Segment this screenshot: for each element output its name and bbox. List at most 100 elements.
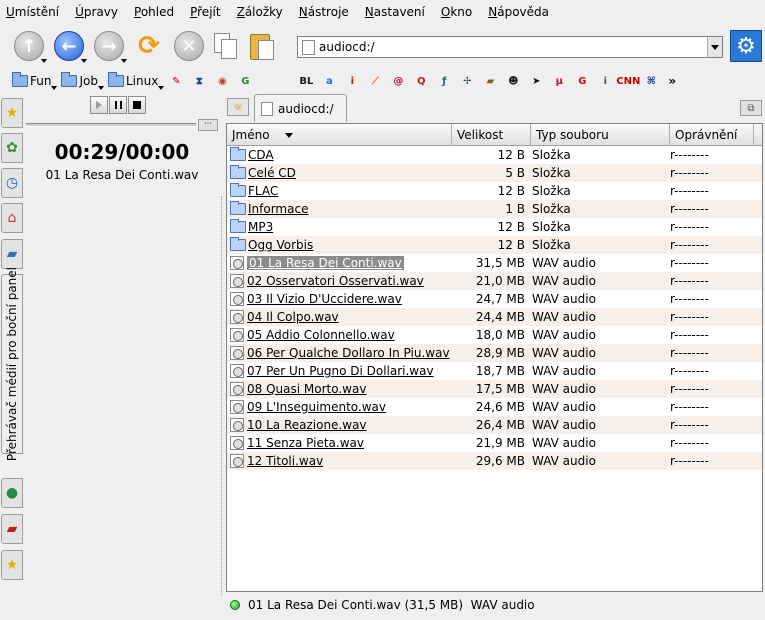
script-favicon[interactable]: ƒ xyxy=(436,73,452,89)
letter-favicon[interactable]: i xyxy=(597,73,613,89)
column-header-type[interactable]: Typ souboru xyxy=(531,124,670,146)
file-row[interactable]: 08 Quasi Morto.wav 17,5 MB WAV audio r-----… xyxy=(227,380,762,398)
sidebar-tab-root[interactable]: ▰ xyxy=(1,514,23,544)
file-name[interactable]: 11 Senza Pieta.wav xyxy=(247,436,364,450)
panel-splitter[interactable] xyxy=(220,96,224,620)
a-favicon[interactable]: a xyxy=(321,73,337,89)
file-name[interactable]: Informace xyxy=(248,202,308,216)
file-name[interactable]: 04 Il Colpo.wav xyxy=(247,310,339,324)
file-row[interactable]: 01 La Resa Dei Conti.wav 31,5 MB WAV audio… xyxy=(227,254,762,272)
sidebar-tab-home[interactable]: ⌂ xyxy=(1,203,23,233)
reload-button[interactable]: ⟳ xyxy=(132,29,166,63)
file-row[interactable]: MP3 12 B Složka r-------- xyxy=(227,218,762,236)
slider-menu-button[interactable]: ··· xyxy=(198,119,218,131)
file-name[interactable]: 06 Per Qualche Dollaro In Piu.wav xyxy=(247,346,450,360)
bookmark-folder-fun[interactable]: Fun xyxy=(12,72,58,90)
menu-tools[interactable]: Nástroje xyxy=(299,5,349,19)
menu-bookmarks[interactable]: Záložky xyxy=(237,5,283,19)
search-favicon[interactable]: Q xyxy=(413,73,429,89)
stop-button[interactable]: ✕ xyxy=(172,29,206,63)
menu-settings[interactable]: Nastavení xyxy=(365,5,425,19)
link-favicon[interactable]: ⌘ xyxy=(643,73,659,89)
slashdot-favicon[interactable]: ⟋ xyxy=(367,73,383,89)
file-name[interactable]: 10 La Reazione.wav xyxy=(247,418,367,432)
chevron-down-icon[interactable] xyxy=(707,37,722,57)
globe-favicon[interactable]: ✢ xyxy=(459,73,475,89)
sidebar-tab-bookmarks[interactable]: ★ xyxy=(1,98,23,128)
cnn-favicon[interactable]: CNN xyxy=(616,73,640,89)
file-name[interactable]: MP3 xyxy=(248,220,273,234)
copy-icon[interactable] xyxy=(212,31,240,61)
up-button[interactable]: ↑ xyxy=(12,29,47,63)
play-button[interactable] xyxy=(90,96,108,114)
sidebar-tab-network[interactable]: ✿ xyxy=(1,133,23,163)
stop-button[interactable] xyxy=(128,96,146,114)
folder-favicon[interactable]: ▰ xyxy=(482,73,498,89)
file-row[interactable]: 05 Addio Colonnello.wav 18,0 MB WAV audio r… xyxy=(227,326,762,344)
menu-view[interactable]: Pohled xyxy=(134,5,174,19)
file-name[interactable]: 02 Osservatori Osservati.wav xyxy=(247,274,424,288)
pen-favicon[interactable]: ✎ xyxy=(168,73,184,89)
file-name[interactable]: 01 La Resa Dei Conti.wav xyxy=(247,256,404,270)
sidebar-tab-favorites[interactable]: ★ xyxy=(1,550,23,580)
back-button[interactable]: ← xyxy=(52,29,87,63)
bookmark-folder-job[interactable]: Job xyxy=(61,72,104,90)
file-row[interactable]: 07 Per Un Pugno Di Dollari.wav 18,7 MB WAV… xyxy=(227,362,762,380)
g-favicon[interactable]: G xyxy=(237,73,253,89)
file-name[interactable]: 12 Titoli.wav xyxy=(247,454,323,468)
file-name[interactable]: FLAC xyxy=(248,184,278,198)
info-favicon[interactable]: i xyxy=(344,73,360,89)
menu-location[interactable]: Umístění xyxy=(6,5,59,19)
file-row[interactable]: 02 Osservatori Osservati.wav 21,0 MB WAV a… xyxy=(227,272,762,290)
menu-go[interactable]: Přejít xyxy=(190,5,220,19)
file-row[interactable]: Informace 1 B Složka r-------- xyxy=(227,200,762,218)
file-name[interactable]: 08 Quasi Morto.wav xyxy=(247,382,366,396)
file-row[interactable]: Ogg Vorbis 12 B Složka r-------- xyxy=(227,236,762,254)
location-combobox[interactable]: audiocd:/ xyxy=(297,36,723,58)
file-name[interactable]: 03 Il Vizio D'Uccidere.wav xyxy=(247,292,402,306)
location-input[interactable]: audiocd:/ xyxy=(319,40,707,54)
sidebar-tab-media-player[interactable]: Přehrávač médií pro boční panel xyxy=(1,267,23,461)
file-row[interactable]: FLAC 12 B Složka r-------- xyxy=(227,182,762,200)
gg-favicon[interactable]: G xyxy=(574,73,590,89)
new-tab-button[interactable]: ☼ xyxy=(227,98,249,116)
tab-audiocd[interactable]: audiocd:/ xyxy=(254,94,347,122)
bl-favicon[interactable]: BL xyxy=(298,73,314,89)
bookmark-folder-linux[interactable]: Linux xyxy=(107,72,165,90)
sidebar-tab-history[interactable]: ◷ xyxy=(1,168,23,198)
chat-favicon[interactable]: ☻ xyxy=(505,73,521,89)
file-name[interactable]: CDA xyxy=(248,148,274,162)
close-tab-button[interactable]: ⧉ xyxy=(740,100,762,116)
menu-edit[interactable]: Úpravy xyxy=(75,5,118,19)
file-name[interactable]: Celé CD xyxy=(248,166,296,180)
menu-window[interactable]: Okno xyxy=(441,5,472,19)
file-row[interactable]: CDA 12 B Složka r-------- xyxy=(227,146,762,164)
column-header-name[interactable]: Jméno xyxy=(227,124,452,146)
konqueror-gear-icon[interactable]: ⚙ xyxy=(730,30,762,62)
forward-button[interactable]: → xyxy=(92,29,127,63)
file-name[interactable]: 09 L'Inseguimento.wav xyxy=(247,400,386,414)
file-row[interactable]: 09 L'Inseguimento.wav 24,6 MB WAV audio r--… xyxy=(227,398,762,416)
seek-slider[interactable] xyxy=(26,123,196,127)
file-row[interactable]: 11 Senza Pieta.wav 21,9 MB WAV audio r-----… xyxy=(227,434,762,452)
column-header-permissions[interactable]: Oprávnění xyxy=(670,124,754,146)
bookmark-favicon[interactable]: ⧗ xyxy=(191,73,207,89)
file-name[interactable]: Ogg Vorbis xyxy=(248,238,313,252)
column-header-size[interactable]: Velikost xyxy=(452,124,531,146)
file-name[interactable]: 07 Per Un Pugno Di Dollari.wav xyxy=(247,364,434,378)
file-row[interactable]: 06 Per Qualche Dollaro In Piu.wav 28,9 MB… xyxy=(227,344,762,362)
pause-button[interactable] xyxy=(109,96,127,114)
file-row[interactable]: Celé CD 5 B Složka r-------- xyxy=(227,164,762,182)
paste-icon[interactable] xyxy=(248,30,276,62)
file-row[interactable]: 12 Titoli.wav 29,6 MB WAV audio r-------- xyxy=(227,452,762,470)
file-row[interactable]: 03 Il Vizio D'Uccidere.wav 24,7 MB WAV aud… xyxy=(227,290,762,308)
arrow-favicon[interactable]: ➤ xyxy=(528,73,544,89)
sidebar-tab-folder[interactable]: ▰ xyxy=(1,239,23,269)
file-row[interactable]: 04 Il Colpo.wav 24,4 MB WAV audio r-------- xyxy=(227,308,762,326)
menu-help[interactable]: Nápověda xyxy=(488,5,549,19)
mu-favicon[interactable]: μ xyxy=(551,73,567,89)
more-bookmarks-button[interactable]: » xyxy=(668,74,676,88)
debian-favicon[interactable]: @ xyxy=(390,73,406,89)
file-name[interactable]: 05 Addio Colonnello.wav xyxy=(247,328,395,342)
sidebar-tab-web[interactable]: ● xyxy=(1,478,23,508)
